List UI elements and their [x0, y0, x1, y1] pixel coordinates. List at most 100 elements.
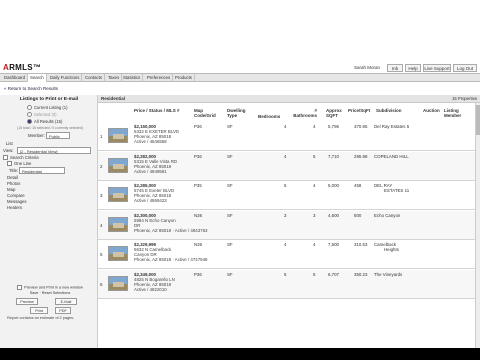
table-row[interactable]: 5 $2,329,999 5632 N Camelback Canyon DR Phoe…	[98, 240, 480, 269]
new-window-checkbox[interactable]: Preview and Print in a new window	[4, 285, 96, 290]
price-per-sqft: 295.98	[354, 154, 368, 159]
member-select[interactable]: Public	[46, 132, 70, 139]
price-per-sqft: 350.23	[354, 272, 368, 277]
approx-sqft: 6,707	[328, 272, 339, 277]
dwelling-type: SF	[227, 213, 233, 218]
photo-house	[113, 252, 124, 257]
checkbox-label: Preview and Print in a new window	[24, 285, 83, 290]
live-support-button[interactable]: Live Support	[423, 64, 451, 72]
bathrooms: 5	[313, 154, 316, 159]
col-map-code[interactable]: Map Code/Grid	[194, 108, 220, 118]
section-heaters[interactable]: Heaters	[7, 205, 22, 210]
map-code: P35	[194, 183, 202, 188]
results-grid: Residential 15 Properties Price / Status…	[98, 95, 480, 348]
vertical-scrollbar[interactable]	[475, 103, 480, 348]
col-price-sqft[interactable]: Price/SqFt	[348, 108, 370, 113]
table-row[interactable]: 6 $2,349,000 4825 N Bogarello LN Phoenix, A…	[98, 270, 480, 299]
bedrooms: 4	[284, 124, 287, 129]
list-label: List	[6, 141, 13, 146]
option-all-results[interactable]: All Results (15)	[27, 119, 63, 125]
price-per-sqft: 458	[354, 183, 362, 188]
view-select[interactable]: [2 - Residential View]	[17, 147, 91, 154]
section-messages[interactable]: Messages	[7, 199, 27, 204]
radio-selected-icon	[27, 119, 32, 125]
section-map[interactable]: Map	[7, 187, 15, 192]
table-row[interactable]: 1 $2,150,000 6332 E EXETER BLVD Phoenix, AZ…	[98, 122, 480, 151]
checkbox-icon	[3, 155, 8, 161]
listing-photo-thumbnail[interactable]	[108, 187, 128, 202]
log-out-button[interactable]: Log Out	[453, 64, 477, 72]
scrollbar-thumb[interactable]	[476, 105, 480, 135]
col-subdivision[interactable]: Subdivision	[376, 108, 402, 113]
menu-daily-functions[interactable]: Daily Functions	[48, 74, 83, 82]
photo-house	[113, 282, 124, 287]
logo-name: RMLS	[9, 63, 33, 72]
col-auction[interactable]: Auction	[423, 108, 440, 113]
subdivision: COPELAND HILL	[374, 154, 409, 159]
section-detail[interactable]: Detail	[7, 175, 18, 180]
subdivision-line-2: Heights	[384, 247, 399, 252]
listing-photo-thumbnail[interactable]	[108, 276, 128, 291]
panel-title: Listings to Print or E-mail	[19, 97, 79, 102]
col-price-status[interactable]: Price / Status / MLS #	[134, 108, 180, 113]
price-per-sqft: 310.53	[354, 242, 368, 247]
preview-button[interactable]: Preview	[16, 298, 38, 305]
approx-sqft: 4,600	[328, 213, 339, 218]
bathrooms: 5	[313, 272, 316, 277]
menu-preferences[interactable]: Preferences	[145, 74, 174, 82]
menu-dashboard[interactable]: Dashboard	[2, 74, 29, 82]
return-to-results-link[interactable]: « Return to Search Results	[4, 86, 58, 91]
col-dwelling-type[interactable]: Dwelling Type	[227, 108, 251, 118]
one-line-checkbox[interactable]: One Line	[7, 161, 31, 167]
bedrooms: 3	[284, 213, 287, 218]
map-code: P36	[194, 272, 202, 277]
radio-icon	[27, 112, 32, 118]
col-listing-member[interactable]: Listing Member	[444, 108, 470, 118]
help-button[interactable]: Help	[405, 64, 421, 72]
option-label: Selected (0)	[34, 112, 57, 117]
print-button[interactable]: Print	[30, 307, 48, 314]
bedrooms: 5	[284, 183, 287, 188]
menu-statistics[interactable]: Statistics	[121, 74, 144, 82]
row-number: 6	[100, 282, 103, 287]
report-note: Report contains an estimate of 2 pages.	[7, 316, 75, 320]
title-input[interactable]: Residential	[19, 167, 65, 174]
results-count: 15 Properties	[452, 96, 477, 101]
inbox-button[interactable]: Inb	[387, 64, 403, 72]
option-selected[interactable]: Selected (0)	[27, 112, 57, 118]
section-compare[interactable]: Compare	[7, 193, 25, 198]
pdf-button[interactable]: PDF	[55, 307, 71, 314]
col-bathrooms[interactable]: # Bathrooms	[291, 108, 317, 118]
col-approx-sqft[interactable]: Approx SQFT	[326, 108, 346, 118]
option-current-listing[interactable]: Current Listing (1)	[27, 105, 68, 111]
listing-photo-thumbnail[interactable]	[108, 217, 128, 232]
map-code: N36	[194, 242, 203, 247]
menu-products[interactable]: Products	[173, 74, 195, 82]
photo-house	[113, 193, 124, 198]
menu-contacts[interactable]: Contacts	[83, 74, 105, 82]
dwelling-type: SF	[227, 242, 233, 247]
approx-sqft: 7,500	[328, 242, 339, 247]
table-row[interactable]: 3 $2,285,000 5745 E Exeter BLVD Phoenix, AZ…	[98, 181, 480, 210]
photo-house	[113, 223, 124, 228]
option-label: All Results (15)	[34, 119, 63, 124]
bedrooms: 4	[284, 242, 287, 247]
listing-photo-thumbnail[interactable]	[108, 246, 128, 261]
results-title: Residential	[101, 96, 126, 101]
print-email-panel: Listings to Print or E-mail Current List…	[0, 95, 98, 348]
listing-photo-thumbnail[interactable]	[108, 128, 128, 143]
table-row[interactable]: 2 $2,282,000 5315 E Valle Vista RD Phoenix,…	[98, 152, 480, 181]
save-reset-selections[interactable]: Save · Reset Selections	[4, 291, 96, 295]
listing-photo-thumbnail[interactable]	[108, 158, 128, 173]
section-photos[interactable]: Photos	[7, 181, 20, 186]
logo-suffix: ™	[32, 63, 42, 72]
table-row[interactable]: 4 $2,300,000 5984 N Echo Canyon DR Phoenix, …	[98, 211, 480, 240]
col-bedrooms[interactable]: Bedrooms	[258, 114, 280, 119]
menu-search[interactable]: Search	[28, 74, 47, 82]
menu-taxes[interactable]: Taxes	[106, 74, 123, 82]
browser-screen: ARMLS™ Sarah Moran Inb Help Live Support…	[0, 0, 480, 348]
row-number: 5	[100, 252, 103, 257]
email-button[interactable]: E-Mail	[55, 298, 77, 305]
search-criteria-checkbox[interactable]: Search Criteria	[3, 155, 39, 161]
bedrooms: 5	[284, 272, 287, 277]
